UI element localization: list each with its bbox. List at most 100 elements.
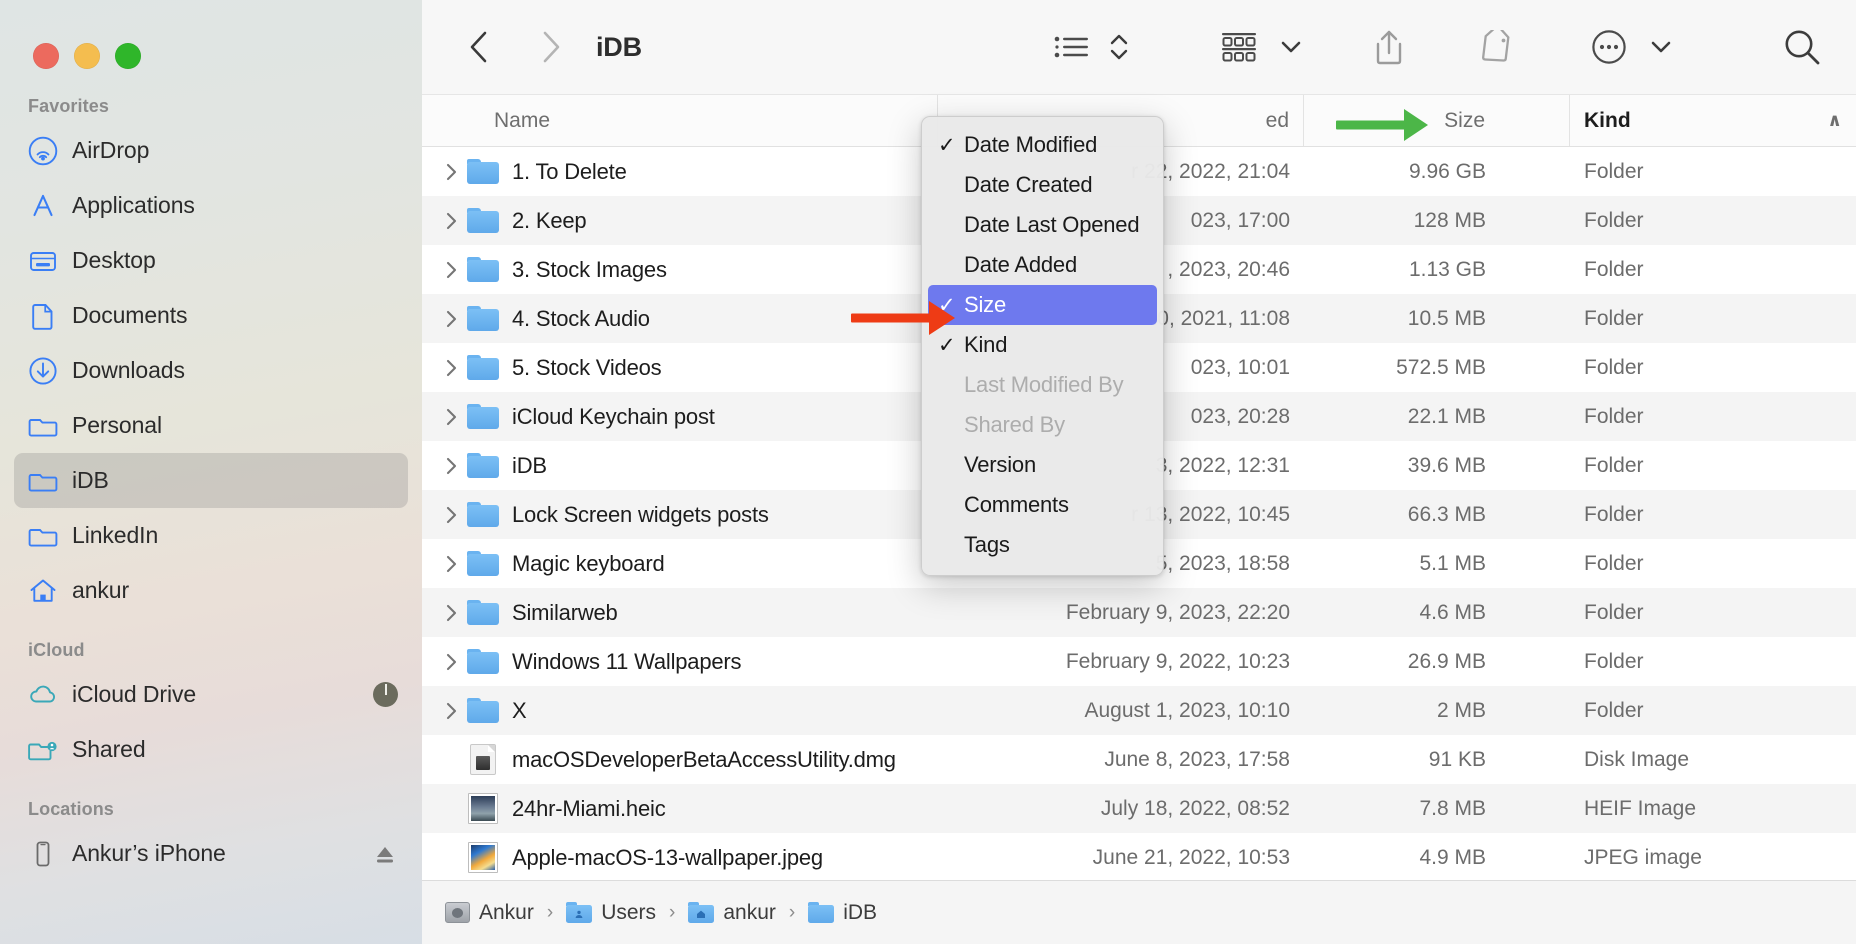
menu-item-date-modified[interactable]: ✓Date Modified — [928, 125, 1157, 165]
menu-item-date-last-opened[interactable]: Date Last Opened — [928, 205, 1157, 245]
eject-icon[interactable] — [372, 842, 398, 866]
sidebar-section-title-favorites: Favorites — [0, 96, 422, 123]
cell-name: 2. Keep — [422, 208, 938, 234]
file-name: X — [512, 698, 526, 724]
sidebar-item-personal[interactable]: Personal — [14, 398, 408, 453]
search-button[interactable] — [1776, 21, 1828, 73]
file-date: February 9, 2023, 22:20 — [1066, 601, 1290, 625]
file-kind: Folder — [1584, 405, 1644, 429]
table-row[interactable]: SimilarwebFebruary 9, 2023, 22:204.6 MBF… — [422, 588, 1856, 637]
sidebar-item-ankur[interactable]: ankur — [14, 563, 408, 618]
cell-size: 39.6 MB — [1304, 454, 1570, 478]
close-button[interactable] — [33, 43, 59, 69]
sidebar-item-shared[interactable]: Shared — [14, 722, 408, 777]
forward-button[interactable] — [528, 24, 574, 70]
breadcrumb-ankur[interactable]: ankur — [688, 901, 776, 925]
table-row[interactable]: Windows 11 WallpapersFebruary 9, 2022, 1… — [422, 637, 1856, 686]
group-by-chevron[interactable] — [1274, 21, 1308, 73]
eject-icon[interactable] — [372, 842, 398, 866]
zoom-button[interactable] — [115, 43, 141, 69]
sidebar-item-label: iDB — [72, 467, 109, 494]
breadcrumb-separator: › — [547, 902, 553, 924]
disclosure-triangle-icon[interactable] — [436, 260, 466, 280]
back-button[interactable] — [456, 24, 502, 70]
file-name: iCloud Keychain post — [512, 404, 715, 430]
sidebar-item-desktop[interactable]: Desktop — [14, 233, 408, 288]
sort-button[interactable] — [1102, 21, 1136, 73]
file-kind: Folder — [1584, 307, 1644, 331]
file-size: 128 MB — [1414, 209, 1486, 233]
sidebar-section-title-icloud: iCloud — [0, 640, 422, 667]
cell-kind: JPEG image — [1570, 846, 1856, 870]
disclosure-triangle-icon[interactable] — [436, 554, 466, 574]
sidebar-item-documents[interactable]: Documents — [14, 288, 408, 343]
sidebar-item-airdrop[interactable]: AirDrop — [14, 123, 408, 178]
disclosure-triangle-icon[interactable] — [436, 162, 466, 182]
column-options-context-menu[interactable]: ✓Date ModifiedDate CreatedDate Last Open… — [921, 116, 1164, 576]
disclosure-triangle-icon[interactable] — [436, 603, 466, 623]
check-icon: ✓ — [938, 333, 960, 358]
file-name: 4. Stock Audio — [512, 306, 650, 332]
cell-name: Magic keyboard — [422, 551, 938, 577]
file-date: 5, 2023, 18:58 — [1156, 552, 1290, 576]
cell-name: 1. To Delete — [422, 159, 938, 185]
finder-window: Favorites AirDrop Applications Desktop D… — [0, 0, 1856, 944]
column-header-date-label: ed — [1266, 109, 1289, 133]
toolbar: iDB — [422, 0, 1856, 95]
sidebar-item-applications[interactable]: Applications — [14, 178, 408, 233]
disclosure-triangle-icon[interactable] — [436, 652, 466, 672]
folder-icon — [467, 698, 499, 723]
breadcrumb-idb[interactable]: iDB — [808, 901, 877, 925]
menu-item-kind[interactable]: ✓Kind — [928, 325, 1157, 365]
share-button[interactable] — [1366, 21, 1412, 73]
file-kind: Disk Image — [1584, 748, 1689, 772]
list-view-button[interactable] — [1048, 21, 1096, 73]
sidebar-item-label: AirDrop — [72, 137, 149, 164]
file-kind: Folder — [1584, 258, 1644, 282]
disclosure-triangle-icon[interactable] — [436, 701, 466, 721]
tag-icon — [1476, 30, 1514, 64]
cell-size: 4.6 MB — [1304, 601, 1570, 625]
file-kind: HEIF Image — [1584, 797, 1696, 821]
disclosure-triangle-icon[interactable] — [436, 407, 466, 427]
folder-icon — [467, 551, 499, 576]
column-header-kind[interactable]: Kind ∧ — [1570, 95, 1856, 146]
table-row[interactable]: XAugust 1, 2023, 10:102 MBFolder — [422, 686, 1856, 735]
cell-name: Apple-macOS-13-wallpaper.jpeg — [422, 842, 938, 873]
menu-item-date-created[interactable]: Date Created — [928, 165, 1157, 205]
cell-name: iDB — [422, 453, 938, 479]
sidebar-item-ankur-s-iphone[interactable]: Ankur’s iPhone — [14, 826, 408, 881]
table-row[interactable]: 24hr-Miami.heicJuly 18, 2022, 08:527.8 M… — [422, 784, 1856, 833]
sidebar-item-label: Personal — [72, 412, 162, 439]
disclosure-triangle-icon[interactable] — [436, 358, 466, 378]
sidebar-item-idb[interactable]: iDB — [14, 453, 408, 508]
disclosure-triangle-icon[interactable] — [436, 211, 466, 231]
cell-kind: Folder — [1570, 160, 1856, 184]
sidebar-item-linkedin[interactable]: LinkedIn — [14, 508, 408, 563]
cell-size: 66.3 MB — [1304, 503, 1570, 527]
minimize-button[interactable] — [74, 43, 100, 69]
menu-item-date-added[interactable]: Date Added — [928, 245, 1157, 285]
tag-button[interactable] — [1470, 21, 1520, 73]
sidebar-item-downloads[interactable]: Downloads — [14, 343, 408, 398]
cell-size: 5.1 MB — [1304, 552, 1570, 576]
more-options-button[interactable] — [1584, 21, 1634, 73]
column-header-name[interactable]: Name — [422, 95, 938, 146]
disclosure-triangle-icon[interactable] — [436, 456, 466, 476]
menu-item-version[interactable]: Version — [928, 445, 1157, 485]
more-options-chevron[interactable] — [1644, 21, 1678, 73]
menu-item-size[interactable]: ✓Size — [928, 285, 1157, 325]
sidebar-item-icloud-drive[interactable]: iCloud Drive — [14, 667, 408, 722]
menu-item-label: Date Modified — [964, 132, 1097, 158]
menu-item-comments[interactable]: Comments — [928, 485, 1157, 525]
breadcrumb-ankur[interactable]: Ankur — [444, 901, 534, 925]
group-by-button[interactable] — [1214, 21, 1266, 73]
table-row[interactable]: Apple-macOS-13-wallpaper.jpegJune 21, 20… — [422, 833, 1856, 882]
disclosure-triangle-icon[interactable] — [436, 309, 466, 329]
path-bar: Ankur›Users›ankur›iDB — [422, 880, 1856, 944]
menu-item-tags[interactable]: Tags — [928, 525, 1157, 565]
disclosure-triangle-icon[interactable] — [436, 505, 466, 525]
breadcrumb-users[interactable]: Users — [566, 901, 656, 925]
table-row[interactable]: macOSDeveloperBetaAccessUtility.dmgJune … — [422, 735, 1856, 784]
column-header-kind-label: Kind — [1584, 109, 1631, 133]
